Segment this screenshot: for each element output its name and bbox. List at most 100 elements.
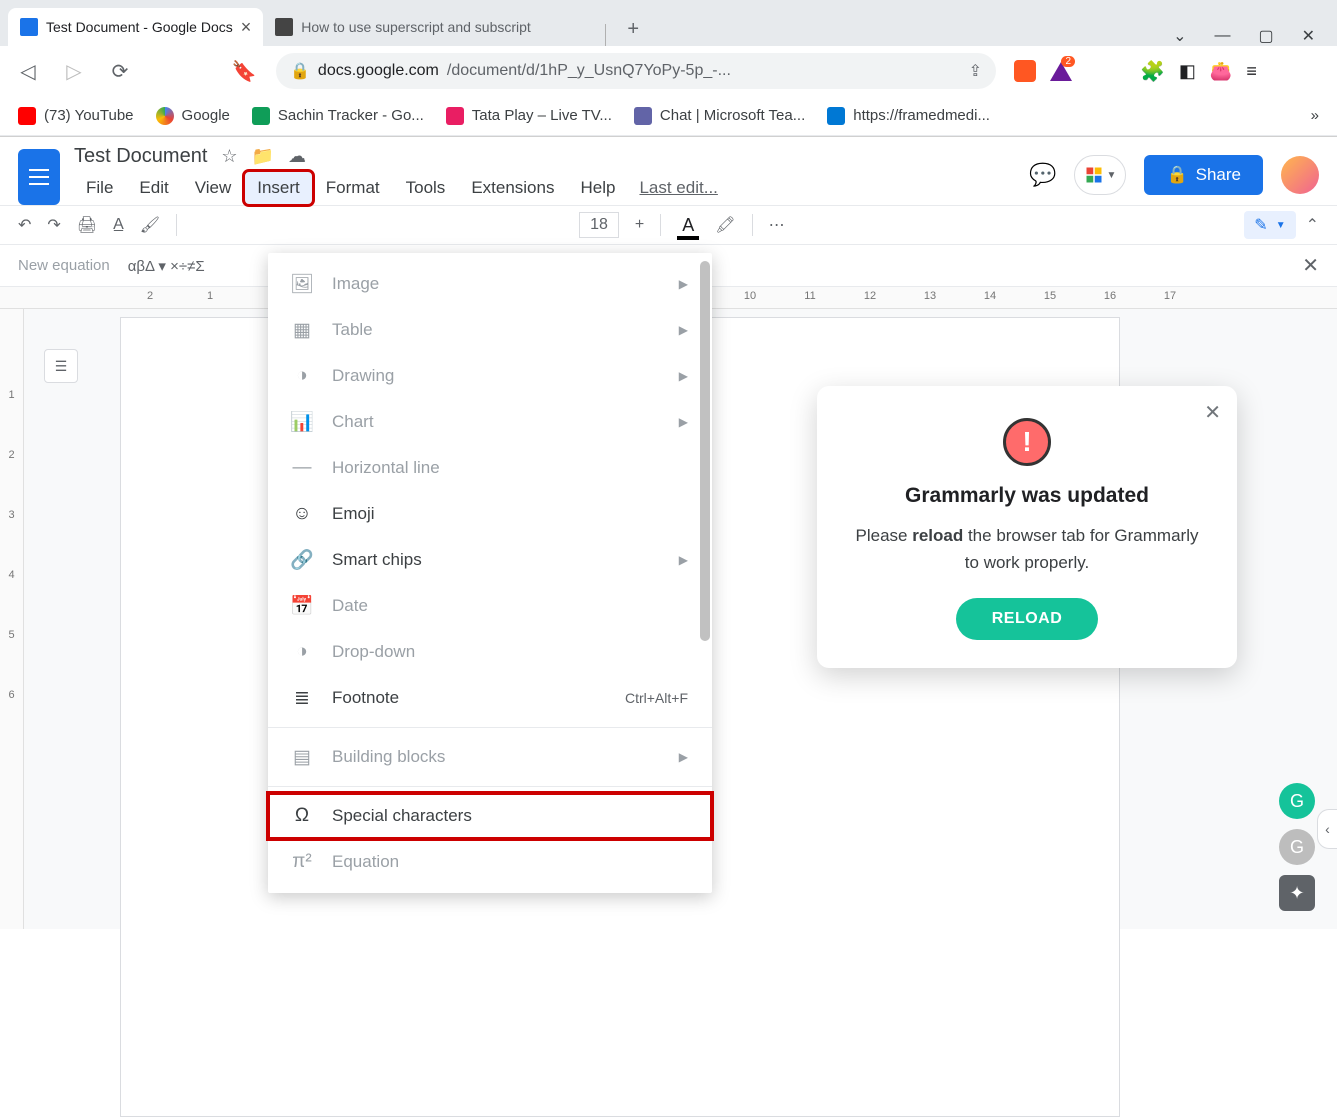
reload-button[interactable]: RELOAD xyxy=(956,598,1099,640)
redo-icon[interactable]: ↷ xyxy=(47,215,60,235)
bookmark-tata[interactable]: Tata Play – Live TV... xyxy=(446,107,612,125)
tab-close-icon[interactable]: × xyxy=(241,17,252,38)
insert-menu-emoji[interactable]: ☺Emoji xyxy=(268,491,712,537)
window-close-icon[interactable]: ✕ xyxy=(1302,26,1315,46)
insert-menu-image: 🖼Image▶ xyxy=(268,261,712,307)
image-icon: 🖼 xyxy=(290,272,314,296)
bookmark-teams[interactable]: Chat | Microsoft Tea... xyxy=(634,107,805,125)
drawing-icon: ◑ xyxy=(290,364,314,388)
outline-toggle-button[interactable]: ☰ xyxy=(44,349,78,383)
bookmark-framed[interactable]: https://framedmedi... xyxy=(827,107,990,125)
menu-file[interactable]: File xyxy=(74,172,125,204)
bookmark-page-icon[interactable]: 🔖 xyxy=(230,57,258,85)
close-equation-bar-icon[interactable]: ✕ xyxy=(1302,253,1319,278)
move-folder-icon[interactable]: 📁 xyxy=(252,146,274,167)
print-icon[interactable]: 🖨 xyxy=(77,215,97,235)
text-color-button[interactable]: A xyxy=(677,215,699,236)
side-panel-toggle[interactable]: ‹ xyxy=(1317,809,1337,849)
insert-menu-smart-chips[interactable]: 🔗Smart chips▶ xyxy=(268,537,712,583)
share-url-icon[interactable]: ⇪ xyxy=(969,61,982,81)
main-toolbar: ↶ ↷ 🖨 A̲ 🖌 18 + A 🖍 ⋯ ✎ ▼ ⌃ xyxy=(0,205,1337,245)
vertical-ruler[interactable]: 123456 xyxy=(0,309,24,929)
editing-mode-button[interactable]: ✎ ▼ xyxy=(1244,211,1295,239)
docs-favicon xyxy=(20,18,38,36)
equation-symbols[interactable]: αβΔ ▾ ×÷≠Σ xyxy=(128,257,205,275)
insert-menu-table: ▦Table▶ xyxy=(268,307,712,353)
tab-active[interactable]: Test Document - Google Docs × xyxy=(8,8,263,46)
address-right-icons: 2 🧩 ◧ 👛 ≡ xyxy=(1014,59,1257,84)
footnote-icon: ≣ xyxy=(290,686,314,710)
font-size-increase[interactable]: + xyxy=(635,216,644,234)
share-button[interactable]: 🔒 Share xyxy=(1144,155,1263,195)
menu-item-label: Building blocks xyxy=(332,747,445,767)
menu-edit[interactable]: Edit xyxy=(127,172,180,204)
cloud-status-icon[interactable]: ☁ xyxy=(288,146,306,167)
forward-button[interactable]: ▷ xyxy=(60,57,88,85)
paint-format-icon[interactable]: 🖌 xyxy=(140,215,160,235)
submenu-arrow-icon: ▶ xyxy=(679,750,688,764)
spellcheck-icon[interactable]: A̲ xyxy=(113,216,124,234)
brave-shields-icon[interactable] xyxy=(1014,60,1036,82)
back-button[interactable]: ◁ xyxy=(14,57,42,85)
insert-menu-footnote[interactable]: ≣FootnoteCtrl+Alt+F xyxy=(268,675,712,721)
insert-menu-horizontal-line: —Horizontal line xyxy=(268,445,712,491)
brave-rewards-icon[interactable]: 2 xyxy=(1050,62,1072,81)
menu-help[interactable]: Help xyxy=(568,172,627,204)
last-edit-link[interactable]: Last edit... xyxy=(639,178,717,198)
bookmark-sheets[interactable]: Sachin Tracker - Go... xyxy=(252,107,424,125)
undo-icon[interactable]: ↶ xyxy=(18,215,31,235)
address-bar[interactable]: 🔒 docs.google.com/document/d/1hP_y_UsnQ7… xyxy=(276,53,996,89)
collapse-toolbar-icon[interactable]: ⌃ xyxy=(1306,215,1319,235)
font-size-input[interactable]: 18 xyxy=(579,212,619,238)
dropdown-scrollbar[interactable] xyxy=(700,261,710,641)
insert-menu-dropdown: 🖼Image▶▦Table▶◑Drawing▶📊Chart▶—Horizonta… xyxy=(268,253,712,893)
bookmark-google[interactable]: Google xyxy=(156,107,230,125)
onedrive-icon xyxy=(827,107,845,125)
insert-menu-chart: 📊Chart▶ xyxy=(268,399,712,445)
bookmark-youtube[interactable]: (73) YouTube xyxy=(18,107,134,125)
window-maximize-icon[interactable]: ▢ xyxy=(1258,26,1273,46)
menu-insert[interactable]: Insert xyxy=(245,172,312,204)
rewards-badge: 2 xyxy=(1061,56,1075,67)
sidebar-icon[interactable]: ◧ xyxy=(1179,61,1196,82)
shortcut-label: Ctrl+Alt+F xyxy=(625,690,688,706)
star-icon[interactable]: ☆ xyxy=(221,146,237,167)
meet-button[interactable]: ▼ xyxy=(1074,155,1126,195)
docs-logo-icon[interactable] xyxy=(18,149,60,205)
extensions-icon[interactable]: 🧩 xyxy=(1140,59,1165,84)
reload-button[interactable]: ⟳ xyxy=(106,57,134,85)
account-avatar[interactable] xyxy=(1281,156,1319,194)
window-dropdown-icon[interactable]: ⌄ xyxy=(1173,26,1186,46)
document-title[interactable]: Test Document xyxy=(74,145,207,168)
submenu-arrow-icon: ▶ xyxy=(679,277,688,291)
comments-icon[interactable]: 💬 xyxy=(1029,162,1056,188)
more-icon[interactable]: ⋯ xyxy=(769,215,785,235)
equation-icon: π² xyxy=(290,850,314,874)
tab-inactive[interactable]: How to use superscript and subscript xyxy=(263,8,603,46)
menu-format[interactable]: Format xyxy=(314,172,392,204)
bookmark-overflow[interactable]: » xyxy=(1311,107,1319,124)
tab-separator xyxy=(605,24,606,46)
submenu-arrow-icon: ▶ xyxy=(679,369,688,383)
menu-extensions[interactable]: Extensions xyxy=(459,172,566,204)
highlight-color-icon[interactable]: 🖍 xyxy=(715,215,735,235)
popover-close-icon[interactable]: ✕ xyxy=(1204,400,1221,425)
browser-menu-icon[interactable]: ≡ xyxy=(1246,61,1257,82)
submenu-arrow-icon: ▶ xyxy=(679,553,688,567)
menu-item-label: Table xyxy=(332,320,373,340)
wallet-icon[interactable]: 👛 xyxy=(1210,61,1232,82)
special-characters-icon: Ω xyxy=(290,804,314,828)
url-path: /document/d/1hP_y_UsnQ7YoPy-5p_-... xyxy=(447,62,731,80)
menu-view[interactable]: View xyxy=(183,172,244,204)
window-minimize-icon[interactable]: — xyxy=(1214,27,1230,45)
menu-item-label: Date xyxy=(332,596,368,616)
insert-menu-special-characters[interactable]: ΩSpecial characters xyxy=(268,793,712,839)
smart-chips-icon: 🔗 xyxy=(290,548,314,572)
window-controls: ⌄ — ▢ ✕ xyxy=(1151,26,1337,46)
generic-favicon xyxy=(275,18,293,36)
grammarly-fab-icon[interactable]: G xyxy=(1279,783,1315,819)
menu-tools[interactable]: Tools xyxy=(394,172,458,204)
explore-button-icon[interactable]: ✦ xyxy=(1279,875,1315,911)
grammarly-secondary-icon[interactable]: G xyxy=(1279,829,1315,865)
new-tab-button[interactable]: + xyxy=(616,12,650,46)
